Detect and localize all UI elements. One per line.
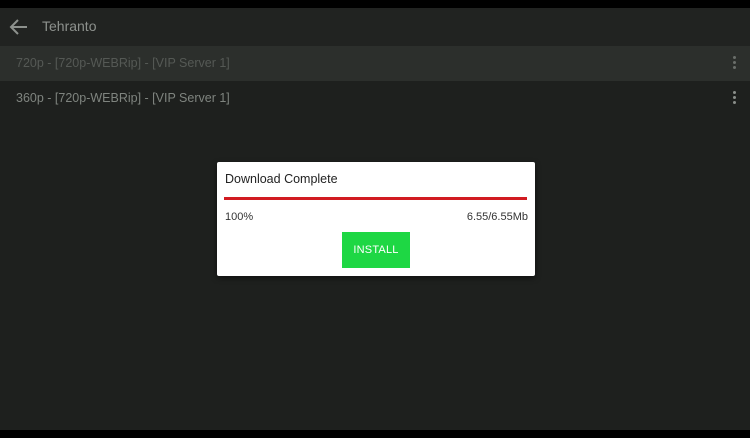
page-title: Tehranto <box>42 18 97 34</box>
more-vertical-icon <box>733 56 736 59</box>
list-item[interactable]: 360p - [720p-WEBRip] - [VIP Server 1] <box>0 81 750 116</box>
install-button[interactable]: INSTALL <box>342 232 410 268</box>
more-vertical-icon <box>733 91 736 94</box>
arrow-left-icon <box>9 19 27 35</box>
progress-percent: 100% <box>225 211 254 223</box>
download-size: 6.55/6.55Mb <box>466 211 528 223</box>
download-dialog: Download Complete 100% 6.55/6.55Mb INSTA… <box>217 162 535 276</box>
list-item[interactable]: 720p - [720p-WEBRip] - [VIP Server 1] <box>0 46 750 81</box>
top-app-bar: Tehranto <box>0 8 750 46</box>
download-progress-bar <box>224 197 527 200</box>
more-options-button[interactable] <box>732 54 738 72</box>
back-button[interactable] <box>8 16 30 38</box>
more-options-button[interactable] <box>732 89 738 107</box>
progress-fill <box>224 197 527 200</box>
list-item-label: 360p - [720p-WEBRip] - [VIP Server 1] <box>16 91 230 105</box>
list-item-label: 720p - [720p-WEBRip] - [VIP Server 1] <box>16 56 230 70</box>
dialog-title: Download Complete <box>225 172 338 186</box>
